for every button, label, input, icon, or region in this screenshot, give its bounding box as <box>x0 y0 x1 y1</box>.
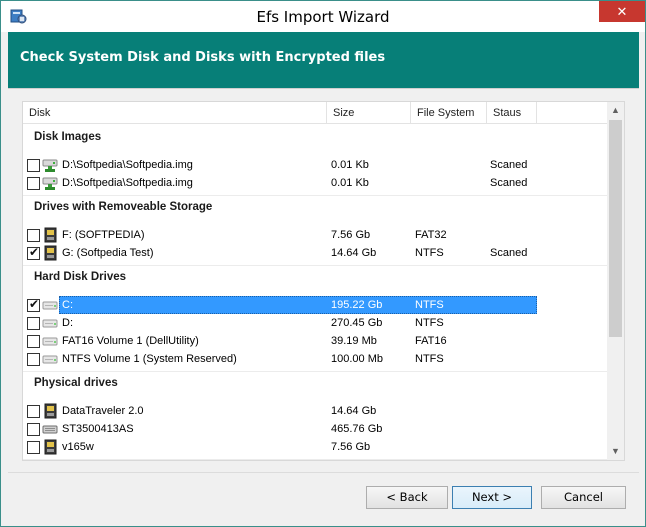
sd-card-icon <box>44 403 57 419</box>
row-disk-name: G: (Softpedia Test) <box>62 247 154 259</box>
back-button[interactable]: < Back <box>366 486 448 509</box>
list-item[interactable]: v165w 7.56 Gb <box>23 438 608 456</box>
row-size: 14.64 Gb <box>331 247 377 259</box>
row-disk-name: D: <box>62 317 73 329</box>
disk-list[interactable]: Disk Size File System Staus Disk Images D… <box>22 101 625 461</box>
row-status: Scaned <box>490 177 528 189</box>
vertical-scrollbar[interactable]: ▲ ▼ <box>607 102 624 460</box>
hard-drive-icon <box>42 319 58 328</box>
list-item[interactable]: D: 270.45 Gb NTFS <box>23 314 608 332</box>
sd-card-icon <box>44 227 57 243</box>
row-size: 465.76 Gb <box>331 423 383 435</box>
physical-disk-icon <box>42 425 58 434</box>
row-size: 39.19 Mb <box>331 335 377 347</box>
row-disk-name: NTFS Volume 1 (System Reserved) <box>62 353 237 365</box>
row-size: 0.01 Kb <box>331 159 369 171</box>
next-button[interactable]: Next > <box>452 486 532 509</box>
list-item[interactable]: FAT16 Volume 1 (DellUtility) 39.19 Mb FAT1… <box>23 332 608 350</box>
hard-drive-icon <box>42 337 58 346</box>
selection-highlight <box>59 296 537 314</box>
row-size: 7.56 Gb <box>331 229 371 241</box>
footer-divider <box>8 472 639 473</box>
row-status: Scaned <box>490 247 528 259</box>
cancel-button[interactable]: Cancel <box>541 486 626 509</box>
list-item[interactable]: DataTraveler 2.0 14.64 Gb <box>23 402 608 420</box>
row-status: Scaned <box>490 159 528 171</box>
row-checkbox[interactable] <box>27 177 40 190</box>
group-divider <box>23 459 608 460</box>
group-divider <box>23 371 608 372</box>
row-file-system: NTFS <box>415 317 444 329</box>
scroll-thumb[interactable] <box>609 120 622 337</box>
close-button[interactable]: ✕ <box>599 1 645 22</box>
row-disk-name: D:\Softpedia\Softpedia.img <box>62 177 193 189</box>
row-checkbox[interactable] <box>27 159 40 172</box>
disk-image-icon <box>42 159 58 172</box>
row-checkbox[interactable] <box>27 353 40 366</box>
row-file-system: NTFS <box>415 247 444 259</box>
row-checkbox[interactable]: ✔ <box>27 245 40 260</box>
list-item[interactable]: D:\Softpedia\Softpedia.img 0.01 Kb Scaned <box>23 156 608 174</box>
row-size: 195.22 Gb <box>331 299 383 311</box>
list-item[interactable]: F: (SOFTPEDIA) 7.56 Gb FAT32 <box>23 226 608 244</box>
list-item[interactable]: NTFS Volume 1 (System Reserved) 100.00 Mb… <box>23 350 608 368</box>
group-title: Hard Disk Drives <box>34 271 127 283</box>
row-size: 270.45 Gb <box>331 317 383 329</box>
group-title: Drives with Removeable Storage <box>34 201 213 213</box>
row-checkbox[interactable]: ✔ <box>27 297 40 312</box>
row-checkbox[interactable] <box>27 317 40 330</box>
hard-drive-icon <box>42 355 58 364</box>
list-header: Disk Size File System Staus <box>23 102 608 124</box>
row-size: 100.00 Mb <box>331 353 383 365</box>
column-header-file-system[interactable]: File System <box>411 102 487 124</box>
row-file-system: NTFS <box>415 299 444 311</box>
column-header-status[interactable]: Staus <box>487 102 537 124</box>
window-title: Efs Import Wizard <box>256 8 390 26</box>
group-title: Physical drives <box>34 377 118 389</box>
column-header-disk[interactable]: Disk <box>23 102 327 124</box>
row-size: 0.01 Kb <box>331 177 369 189</box>
row-disk-name: D:\Softpedia\Softpedia.img <box>62 159 193 171</box>
row-file-system: NTFS <box>415 353 444 365</box>
row-checkbox[interactable] <box>27 423 40 436</box>
wizard-window: Efs Import Wizard ✕ Check System Disk an… <box>0 0 646 527</box>
hard-drive-icon <box>42 301 58 310</box>
sd-card-icon <box>44 245 57 261</box>
list-item[interactable]: ✔ G: (Softpedia Test) 14.64 Gb NTFS Scaned <box>23 244 608 262</box>
group-divider <box>23 195 608 196</box>
banner-divider <box>8 88 639 89</box>
header-banner: Check System Disk and Disks with Encrypt… <box>8 32 639 88</box>
list-item[interactable]: ST3500413AS 465.76 Gb <box>23 420 608 438</box>
checkmark-icon: ✔ <box>29 297 40 311</box>
row-size: 7.56 Gb <box>331 441 371 453</box>
scroll-up-arrow-icon[interactable]: ▲ <box>607 102 624 119</box>
row-file-system: FAT32 <box>415 229 447 241</box>
row-size: 14.64 Gb <box>331 405 377 417</box>
row-disk-name: DataTraveler 2.0 <box>62 405 144 417</box>
group-title: Disk Images <box>34 131 102 143</box>
disk-image-icon <box>42 177 58 190</box>
title-bar: Efs Import Wizard ✕ <box>1 1 645 32</box>
row-disk-name: v165w <box>62 441 94 453</box>
column-header-size[interactable]: Size <box>327 102 411 124</box>
row-disk-name: F: (SOFTPEDIA) <box>62 229 145 241</box>
row-checkbox[interactable] <box>27 229 40 242</box>
checkmark-icon: ✔ <box>29 245 40 259</box>
list-item[interactable]: ✔ C: 195.22 Gb NTFS <box>23 296 608 314</box>
row-checkbox[interactable] <box>27 441 40 454</box>
group-divider <box>23 265 608 266</box>
banner-title: Check System Disk and Disks with Encrypt… <box>20 50 386 65</box>
row-disk-name: ST3500413AS <box>62 423 134 435</box>
list-item[interactable]: D:\Softpedia\Softpedia.img 0.01 Kb Scaned <box>23 174 608 192</box>
row-checkbox[interactable] <box>27 335 40 348</box>
sd-card-icon <box>44 439 57 455</box>
row-disk-name: C: <box>62 299 73 311</box>
row-disk-name: FAT16 Volume 1 (DellUtility) <box>62 335 199 347</box>
row-checkbox[interactable] <box>27 405 40 418</box>
row-file-system: FAT16 <box>415 335 447 347</box>
scroll-down-arrow-icon[interactable]: ▼ <box>607 443 624 460</box>
